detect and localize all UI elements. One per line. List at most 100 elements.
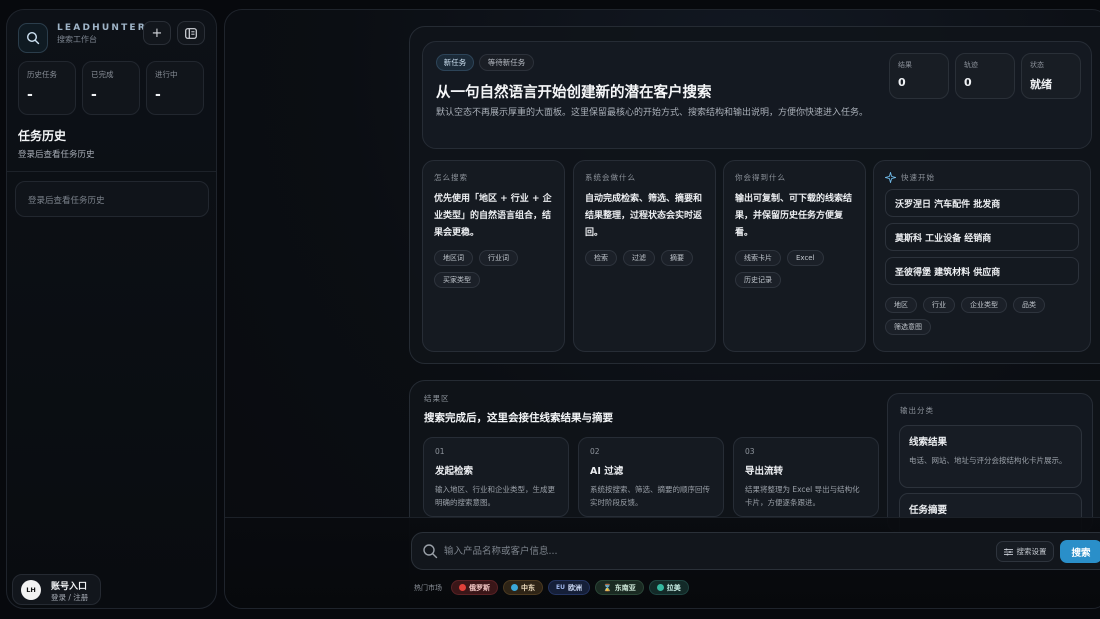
hero-title: 从一句自然语言开始创建新的潜在客户搜索 — [436, 85, 712, 101]
brand-name: LEADHUNTER — [57, 23, 147, 33]
step-title: 导出流转 — [745, 466, 784, 477]
toggle-sidebar-button[interactable] — [177, 21, 205, 45]
account-entry-button[interactable]: LH 账号入口 登录 / 注册 — [12, 574, 101, 605]
step-description: 输入地区、行业和企业类型，生成更明确的搜索意图。 — [435, 485, 555, 507]
search-bar: 搜索设置 搜索 — [411, 532, 1100, 570]
market-label: 中东 — [521, 583, 535, 592]
brand-subtitle: 搜索工作台 — [57, 35, 97, 44]
hot-markets: 热门市场 俄罗斯 中东 EU 欧洲 ⌛ 东南亚 拉美 — [414, 580, 689, 595]
quick-start-item[interactable]: 沃罗涅日 汽车配件 批发商 — [885, 189, 1079, 217]
avatar: LH — [21, 580, 41, 600]
results-label: 结果区 — [424, 394, 450, 403]
market-label: 拉美 — [666, 583, 681, 592]
new-task-button[interactable]: + — [143, 21, 171, 45]
search-icon — [26, 31, 40, 45]
stat-value: - — [91, 87, 97, 103]
step-description: 结果将整理为 Excel 导出与结构化卡片，方便逐条跟进。 — [745, 485, 860, 507]
start-panel: 新任务 等待新任务 从一句自然语言开始创建新的潜在客户搜索 默认空态不再展示厚重… — [409, 26, 1100, 364]
search-settings-button[interactable]: 搜索设置 — [996, 541, 1054, 562]
stat-value: - — [27, 87, 33, 103]
step-card: 03 导出流转 结果将整理为 Excel 导出与结构化卡片，方便逐条跟进。 — [733, 437, 879, 517]
market-chip-southeast-asia[interactable]: ⌛ 东南亚 — [594, 580, 644, 595]
stat-label: 历史任务 — [27, 70, 57, 79]
tag[interactable]: 行业词 — [479, 250, 518, 266]
mini-stat-value: 0 — [964, 76, 972, 89]
tag[interactable]: 买家类型 — [434, 272, 480, 288]
tag[interactable]: 检索 — [585, 250, 617, 266]
tag[interactable]: 地区词 — [434, 250, 473, 266]
hourglass-icon: ⌛ — [602, 583, 612, 592]
sparkle-icon — [885, 172, 896, 183]
quick-start-item[interactable]: 莫斯科 工业设备 经销商 — [885, 223, 1079, 251]
system-actions-card: 系统会做什么 自动完成检索、筛选、摘要和结果整理，过程状态会实时返回。 检索 过… — [573, 160, 716, 352]
tag[interactable]: Excel — [787, 250, 824, 266]
mini-stat-status: 状态 就绪 — [1021, 53, 1081, 99]
tag-list: 地区 行业 企业类型 品类 筛选意图 — [885, 297, 1079, 335]
tag-list: 线索卡片 Excel 历史记录 — [735, 250, 854, 288]
quick-start-header: 快速开始 — [885, 172, 1079, 183]
tag[interactable]: 过滤 — [623, 250, 655, 266]
mini-stat-value: 就绪 — [1030, 78, 1052, 91]
brand: LEADHUNTER 搜索工作台 — [57, 23, 147, 45]
step-number: 02 — [590, 447, 600, 456]
sliders-icon — [1003, 548, 1013, 555]
step-card: 01 发起检索 输入地区、行业和企业类型，生成更明确的搜索意图。 — [423, 437, 569, 517]
card-body: 优先使用「地区 + 行业 + 企业类型」的自然语言组合，结果会更稳。 — [434, 194, 552, 238]
output-card[interactable]: 线索结果 电话、网站、地址与评分会按结构化卡片展示。 — [899, 425, 1082, 488]
market-chip-europe[interactable]: EU 欧洲 — [548, 580, 590, 595]
tag[interactable]: 品类 — [1013, 297, 1045, 313]
plus-icon: + — [151, 25, 163, 41]
card-body: 输出可复制、可下载的线索结果，并保留历史任务方便复看。 — [735, 194, 853, 238]
card-label: 怎么搜索 — [434, 173, 468, 182]
output-title: 线索结果 — [909, 437, 948, 448]
main-workspace: 新任务 等待新任务 从一句自然语言开始创建新的潜在客户搜索 默认空态不再展示厚重… — [224, 9, 1100, 609]
mini-stat-label: 状态 — [1030, 61, 1044, 69]
market-label: 东南亚 — [614, 583, 636, 592]
tag[interactable]: 历史记录 — [735, 272, 781, 288]
history-subtitle: 登录后查看任务历史 — [18, 150, 95, 160]
output-categories-panel: 输出分类 线索结果 电话、网站、地址与评分会按结构化卡片展示。 任务摘要 — [887, 393, 1093, 543]
history-empty-item[interactable]: 登录后查看任务历史 — [15, 181, 209, 217]
market-chip-latin-america[interactable]: 拉美 — [648, 580, 689, 595]
search-settings-label: 搜索设置 — [1016, 547, 1047, 556]
tag[interactable]: 摘要 — [661, 250, 693, 266]
stat-label: 进行中 — [155, 70, 178, 79]
hero-card: 新任务 等待新任务 从一句自然语言开始创建新的潜在客户搜索 默认空态不再展示厚重… — [422, 41, 1092, 149]
stat-in-progress: 进行中 - — [146, 61, 204, 115]
stat-value: - — [155, 87, 161, 103]
new-task-badge: 新任务 — [436, 54, 474, 71]
tag[interactable]: 筛选意图 — [885, 319, 931, 335]
card-label: 系统会做什么 — [585, 173, 636, 182]
output-title: 任务摘要 — [909, 505, 948, 516]
divider — [7, 171, 216, 172]
search-button[interactable]: 搜索 — [1060, 540, 1100, 563]
search-input[interactable] — [442, 541, 962, 561]
market-chip-russia[interactable]: 俄罗斯 — [451, 580, 498, 595]
eu-flag-icon: EU — [556, 584, 565, 591]
market-label: 欧洲 — [567, 583, 582, 592]
market-chip-middle-east[interactable]: 中东 — [503, 580, 543, 595]
output-description: 电话、网站、地址与评分会按结构化卡片展示。 — [909, 456, 1067, 465]
tag[interactable]: 行业 — [923, 297, 955, 313]
tag-list: 检索 过滤 摘要 — [585, 250, 704, 266]
account-title: 账号入口 — [51, 582, 88, 592]
card-body: 自动完成检索、筛选、摘要和结果整理，过程状态会实时返回。 — [585, 194, 703, 238]
stat-history-tasks: 历史任务 - — [18, 61, 76, 115]
tag[interactable]: 地区 — [885, 297, 917, 313]
step-number: 03 — [745, 447, 755, 456]
tag[interactable]: 线索卡片 — [735, 250, 781, 266]
how-to-search-card: 怎么搜索 优先使用「地区 + 行业 + 企业类型」的自然语言组合，结果会更稳。 … — [422, 160, 565, 352]
mini-stat-results: 结果 0 — [889, 53, 949, 99]
account-subtitle: 登录 / 注册 — [51, 593, 89, 602]
sidebar-panel-icon — [185, 27, 197, 39]
results-title: 搜索完成后，这里会接住线索结果与摘要 — [424, 412, 613, 424]
history-title: 任务历史 — [18, 129, 67, 143]
quick-start-item[interactable]: 圣彼得堡 建筑材料 供应商 — [885, 257, 1079, 285]
card-label: 你会得到什么 — [735, 173, 786, 182]
tag[interactable]: 企业类型 — [961, 297, 1007, 313]
mini-stat-label: 轨迹 — [964, 61, 978, 69]
quick-start-label: 快速开始 — [901, 173, 935, 182]
search-logo-button[interactable] — [18, 23, 48, 53]
step-title: 发起检索 — [435, 466, 474, 477]
mini-stat-trace: 轨迹 0 — [955, 53, 1015, 99]
